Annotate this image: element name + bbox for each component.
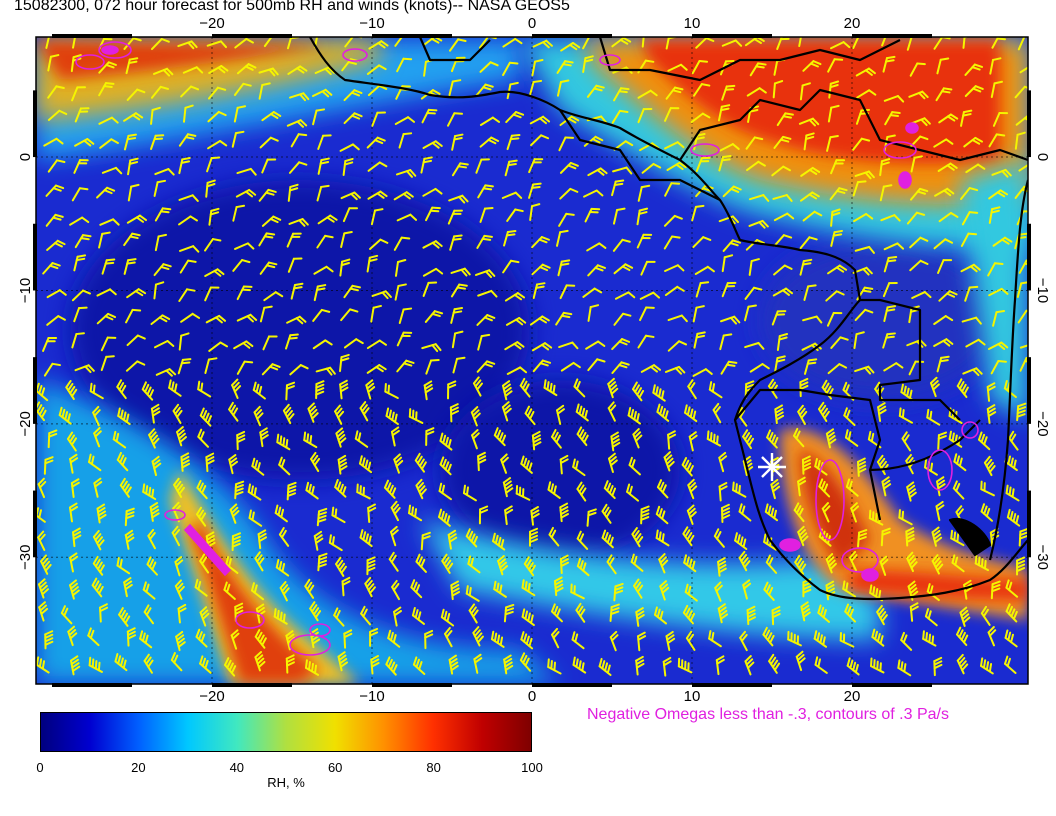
lon-label-bottom: 0: [528, 688, 536, 705]
colorbar-label: RH, %: [267, 775, 305, 790]
frame-tick: [52, 683, 132, 687]
lat-label-right: −20: [1034, 411, 1051, 436]
frame-tick: [1027, 223, 1031, 291]
frame-tick: [852, 683, 932, 687]
lat-label-left: −30: [17, 545, 34, 570]
colorbar-tick-label: 100: [521, 760, 543, 775]
lon-label-bottom: −10: [359, 688, 384, 705]
lon-label-top: 0: [528, 15, 536, 32]
colorbar-tick-label: 0: [36, 760, 44, 775]
colorbar-tick-label: 40: [229, 760, 245, 775]
frame-tick: [52, 34, 132, 38]
frame-tick: [852, 34, 932, 38]
frame-tick: [372, 34, 452, 38]
lon-label-top: 10: [684, 15, 701, 32]
frame-tick: [372, 683, 452, 687]
lat-label-right: 0: [1034, 153, 1051, 161]
omega-legend-note: Negative Omegas less than -.3, contours …: [587, 706, 949, 723]
forecast-map: −20 −20 −10 −10 0 0 10 10 20 20 0 0 −10 −10 −20 −20 −30 −…: [17, 15, 1051, 705]
colorbar-tick-label: 60: [327, 760, 343, 775]
frame-tick: [692, 683, 772, 687]
lon-label-top: 20: [844, 15, 861, 32]
lat-label-right: −30: [1034, 545, 1051, 570]
lon-label-bottom: 20: [844, 688, 861, 705]
rh-colorbar: [40, 712, 532, 752]
lon-label-top: −20: [199, 15, 224, 32]
frame-tick: [1027, 357, 1031, 424]
frame-tick: [1027, 490, 1031, 558]
lon-label-bottom: −20: [199, 688, 224, 705]
frame-tick: [532, 34, 612, 38]
frame-tick: [692, 34, 772, 38]
frame-tick: [33, 90, 37, 158]
frame-tick: [532, 683, 612, 687]
colorbar-tick-label: 80: [426, 760, 441, 775]
lat-label-right: −10: [1034, 278, 1051, 303]
frame-tick: [212, 683, 292, 687]
lat-label-left: 0: [17, 153, 34, 161]
lat-label-left: −10: [17, 278, 34, 303]
colorbar-tick-label: 20: [131, 760, 146, 775]
frame-tick: [1027, 90, 1031, 158]
lat-label-left: −20: [17, 411, 34, 436]
frame-tick: [212, 34, 292, 38]
lon-label-top: −10: [359, 15, 384, 32]
lon-label-bottom: 10: [684, 688, 701, 705]
asterisk-marker: [758, 453, 786, 481]
